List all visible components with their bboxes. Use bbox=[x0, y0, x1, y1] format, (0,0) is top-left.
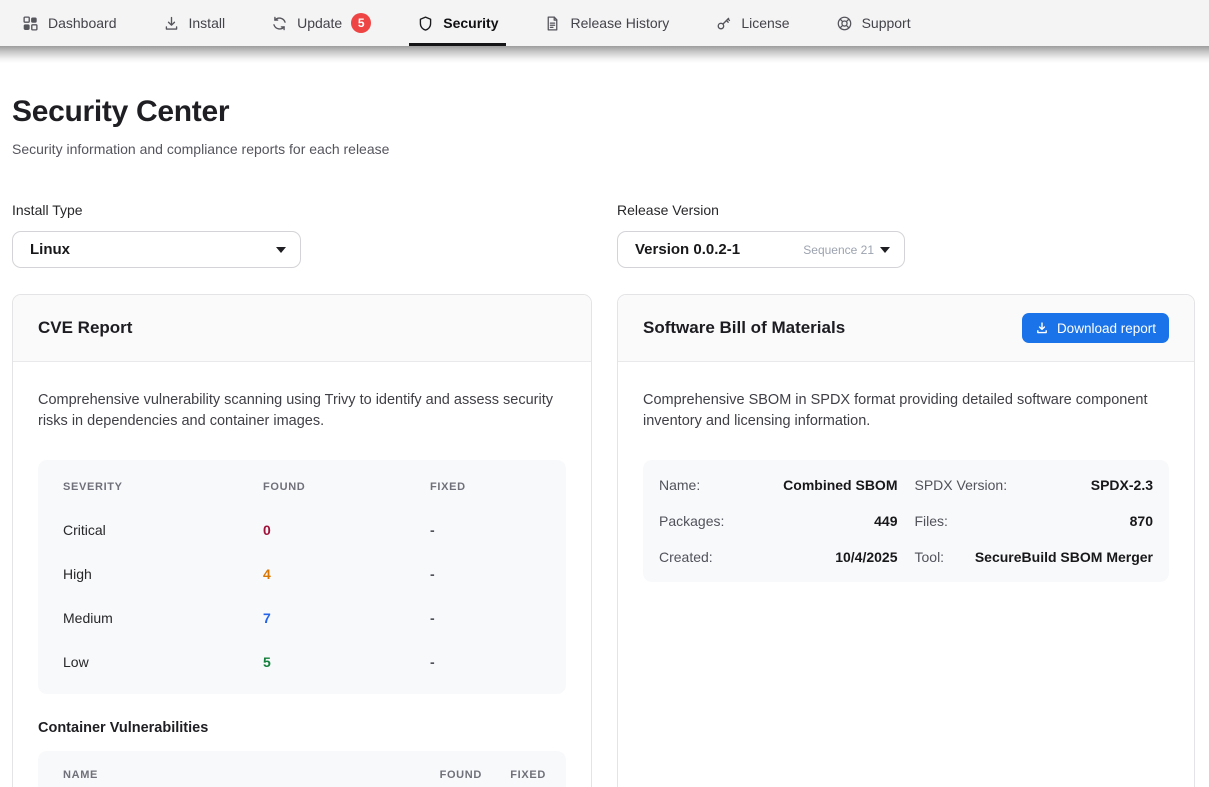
table-row: Packages: 449 Files: 870 bbox=[659, 503, 1153, 539]
nav-item-install[interactable]: Install bbox=[157, 0, 232, 46]
found-count: 7 bbox=[263, 610, 430, 626]
release-version-label: Release Version bbox=[617, 202, 1195, 218]
nav-label: Release History bbox=[570, 15, 669, 31]
cve-description: Comprehensive vulnerability scanning usi… bbox=[38, 390, 566, 433]
nav-label: Dashboard bbox=[48, 15, 117, 31]
severity-table: SEVERITY FOUND FIXED Critical 0 - High 4… bbox=[38, 460, 566, 694]
nav-label: Install bbox=[189, 15, 226, 31]
cve-report-card: CVE Report Comprehensive vulnerability s… bbox=[12, 294, 592, 787]
sbom-tool-value: SecureBuild SBOM Merger bbox=[975, 549, 1153, 565]
container-table-header: NAME FOUND FIXED bbox=[38, 751, 566, 787]
severity-label: High bbox=[63, 566, 263, 582]
sbom-spdx-version-label: SPDX Version: bbox=[915, 477, 1008, 493]
install-type-value: Linux bbox=[30, 241, 276, 258]
sbom-card-body: Comprehensive SBOM in SPDX format provid… bbox=[618, 362, 1194, 607]
nav-item-support[interactable]: Support bbox=[830, 0, 917, 46]
container-vulnerabilities-table: NAME FOUND FIXED bbox=[38, 751, 566, 787]
col-name: NAME bbox=[63, 769, 404, 781]
table-row-critical: Critical 0 - bbox=[38, 508, 566, 552]
table-row: Name: Combined SBOM SPDX Version: SPDX-2… bbox=[659, 467, 1153, 503]
download-report-label: Download report bbox=[1057, 321, 1156, 336]
lifebuoy-icon bbox=[836, 15, 853, 32]
sbom-packages-label: Packages: bbox=[659, 513, 724, 529]
chevron-down-icon bbox=[276, 247, 286, 253]
sbom-created-label: Created: bbox=[659, 549, 713, 565]
download-report-button[interactable]: Download report bbox=[1022, 313, 1169, 343]
severity-table-header: SEVERITY FOUND FIXED bbox=[38, 466, 566, 508]
fixed-count: - bbox=[430, 610, 541, 626]
sbom-spdx-version-value: SPDX-2.3 bbox=[1091, 477, 1153, 493]
cve-card-header: CVE Report bbox=[13, 295, 591, 362]
found-count: 4 bbox=[263, 566, 430, 582]
filters-row: Install Type Linux Release Version Versi… bbox=[12, 202, 1195, 268]
nav-label: License bbox=[741, 15, 789, 31]
table-row: Created: 10/4/2025 Tool: SecureBuild SBO… bbox=[659, 539, 1153, 575]
sbom-card: Software Bill of Materials Download repo… bbox=[617, 294, 1195, 787]
nav-item-dashboard[interactable]: Dashboard bbox=[16, 0, 123, 46]
sbom-packages-value: 449 bbox=[874, 513, 897, 529]
sbom-description: Comprehensive SBOM in SPDX format provid… bbox=[643, 390, 1169, 433]
refresh-icon bbox=[271, 15, 288, 32]
table-row-low: Low 5 - bbox=[38, 640, 566, 684]
found-count: 5 bbox=[263, 654, 430, 670]
col-found: FOUND bbox=[263, 481, 430, 493]
sbom-files-label: Files: bbox=[915, 513, 948, 529]
container-vulnerabilities-heading: Container Vulnerabilities bbox=[38, 720, 566, 736]
sbom-name-label: Name: bbox=[659, 477, 700, 493]
cve-card-title: CVE Report bbox=[38, 318, 132, 338]
cve-card-body: Comprehensive vulnerability scanning usi… bbox=[13, 362, 591, 787]
release-sequence-text: Sequence 21 bbox=[803, 243, 874, 257]
nav-item-security[interactable]: Security bbox=[411, 0, 504, 46]
fixed-count: - bbox=[430, 566, 541, 582]
table-row-medium: Medium 7 - bbox=[38, 596, 566, 640]
found-count: 0 bbox=[263, 522, 430, 538]
nav-label: Update bbox=[297, 15, 342, 31]
fixed-count: - bbox=[430, 522, 541, 538]
severity-label: Critical bbox=[63, 522, 263, 538]
cards-row: CVE Report Comprehensive vulnerability s… bbox=[12, 294, 1195, 787]
fixed-count: - bbox=[430, 654, 541, 670]
update-count-badge: 5 bbox=[351, 13, 371, 33]
install-type-filter: Install Type Linux bbox=[12, 202, 592, 268]
shield-icon bbox=[417, 15, 434, 32]
top-navbar: Dashboard Install Update 5 Security Rele… bbox=[0, 0, 1209, 46]
col-fixed: FIXED bbox=[482, 769, 546, 781]
page-subtitle: Security information and compliance repo… bbox=[12, 141, 1195, 157]
install-type-select[interactable]: Linux bbox=[12, 231, 301, 268]
sbom-info-table: Name: Combined SBOM SPDX Version: SPDX-2… bbox=[643, 460, 1169, 582]
nav-item-release-history[interactable]: Release History bbox=[538, 0, 675, 46]
release-version-filter: Release Version Version 0.0.2-1 Sequence… bbox=[617, 202, 1195, 268]
download-icon bbox=[163, 15, 180, 32]
sbom-created-value: 10/4/2025 bbox=[835, 549, 897, 565]
page-content: Security Center Security information and… bbox=[0, 95, 1209, 787]
page-title: Security Center bbox=[12, 95, 1195, 129]
nav-label: Security bbox=[443, 15, 498, 31]
grid-icon bbox=[22, 15, 39, 32]
col-found: FOUND bbox=[404, 769, 482, 781]
severity-label: Low bbox=[63, 654, 263, 670]
release-version-value: Version 0.0.2-1 bbox=[635, 241, 803, 258]
sbom-files-value: 870 bbox=[1130, 513, 1153, 529]
nav-item-license[interactable]: License bbox=[709, 0, 795, 46]
key-icon bbox=[715, 15, 732, 32]
install-type-label: Install Type bbox=[12, 202, 592, 218]
col-fixed: FIXED bbox=[430, 481, 541, 493]
release-version-select[interactable]: Version 0.0.2-1 Sequence 21 bbox=[617, 231, 905, 268]
sbom-card-title: Software Bill of Materials bbox=[643, 318, 845, 338]
chevron-down-icon bbox=[880, 247, 890, 253]
document-icon bbox=[544, 15, 561, 32]
download-icon bbox=[1035, 321, 1049, 335]
sbom-tool-label: Tool: bbox=[915, 549, 945, 565]
col-severity: SEVERITY bbox=[63, 481, 263, 493]
nav-item-update[interactable]: Update 5 bbox=[265, 0, 377, 46]
nav-bottom-shadow bbox=[0, 46, 1209, 63]
nav-label: Support bbox=[862, 15, 911, 31]
table-row-high: High 4 - bbox=[38, 552, 566, 596]
severity-label: Medium bbox=[63, 610, 263, 626]
sbom-name-value: Combined SBOM bbox=[783, 477, 897, 493]
sbom-card-header: Software Bill of Materials Download repo… bbox=[618, 295, 1194, 362]
